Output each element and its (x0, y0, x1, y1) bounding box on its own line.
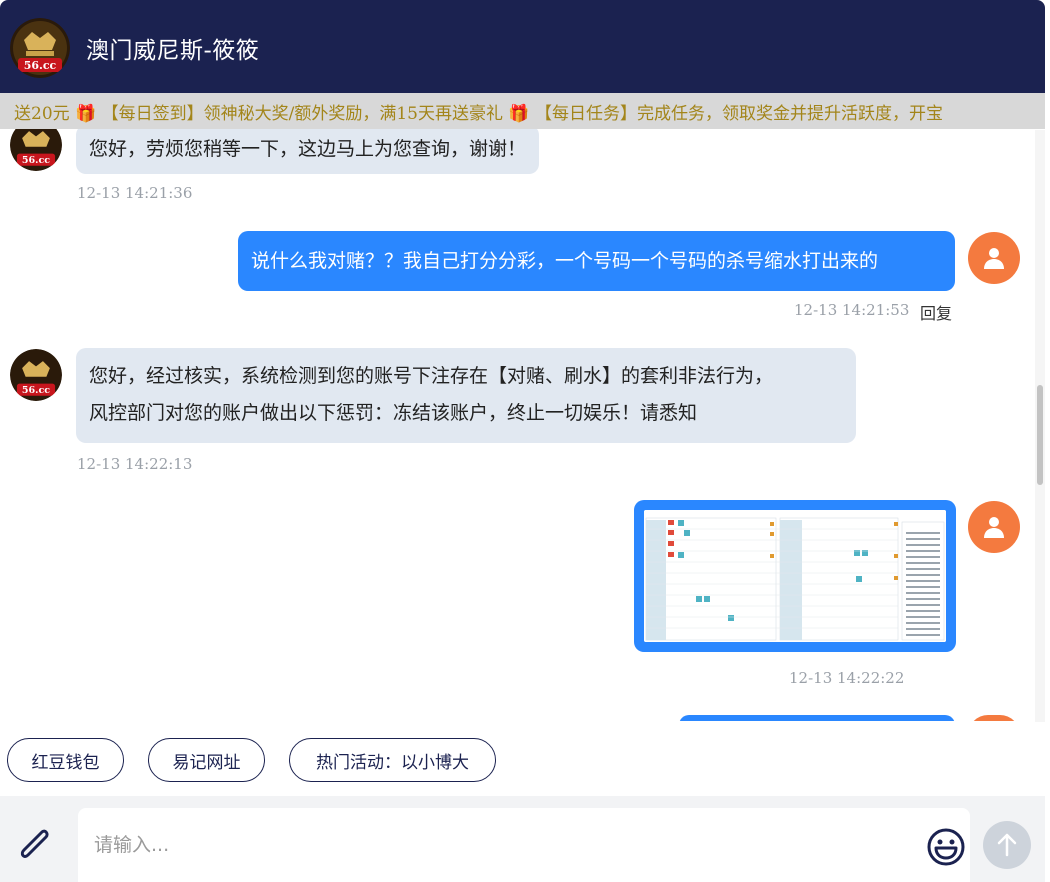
quick-reply-chip[interactable]: 易记网址 (148, 738, 265, 782)
svg-text:56.cc: 56.cc (24, 59, 57, 72)
attachment-button[interactable] (12, 826, 54, 862)
svg-text:56.cc: 56.cc (22, 385, 50, 396)
user-icon (984, 248, 1004, 269)
emoji-button[interactable] (926, 827, 966, 867)
smiley-icon (927, 828, 965, 866)
user-avatar (968, 232, 1020, 284)
message-text-line: 风控部门对您的账户做出以下惩罚：冻结该账户，终止一切娱乐！请悉知 (89, 402, 698, 424)
message-text: 说什么我对赌？？我自己打分分彩，一个号码一个号码的杀号缩水打出来的 (251, 250, 879, 272)
reply-link[interactable]: 回复 (920, 300, 952, 324)
message-time: 12-13 14:21:53 (794, 301, 910, 319)
shop-avatar: 56.cc (10, 349, 62, 401)
svg-text:56.cc: 56.cc (22, 155, 50, 166)
shop-avatar: 56.cc (10, 129, 62, 171)
message-bubble-incoming: 您好，经过核实，系统检测到您的账号下注存在【对赌、刷水】的套利非法行为， 风控部… (76, 348, 856, 443)
user-avatar-partial (968, 715, 1020, 721)
marquee-text: 送20元 🎁 【每日签到】领神秘大奖/额外奖励，满15天再送豪礼 🎁 【每日任务… (14, 104, 943, 124)
chat-title: 澳门威尼斯-筱筱 (86, 38, 260, 64)
message-input[interactable] (94, 834, 914, 856)
quick-reply-chip[interactable]: 红豆钱包 (7, 738, 124, 782)
message-bubble-incoming: 您好，劳烦您稍等一下，这边马上为您查询，谢谢！ (76, 129, 540, 174)
arrow-up-icon (997, 833, 1017, 857)
send-button[interactable] (983, 821, 1031, 869)
message-list[interactable]: 56.cc 您好，劳烦您稍等一下，这边马上为您查询，谢谢！ 12-13 14:2… (0, 129, 1035, 721)
scrollbar-thumb[interactable] (1037, 385, 1043, 485)
header-bar: 56.cc 澳门威尼斯-筱筱 (0, 0, 1045, 93)
message-input-wrapper (78, 808, 970, 882)
shop-logo: 56.cc (10, 18, 70, 78)
message-text-line: 您好，经过核实，系统检测到您的账号下注存在【对赌、刷水】的套利非法行为， (89, 365, 774, 387)
composer-bar (0, 796, 1045, 882)
message-time: 12-13 14:22:13 (77, 455, 193, 473)
paperclip-icon (20, 829, 49, 858)
message-time: 12-13 14:21:36 (77, 184, 193, 202)
user-avatar (968, 501, 1020, 553)
quick-reply-chip[interactable]: 热门活动：以小博大 (289, 738, 496, 782)
message-bubble-outgoing: 说什么我对赌？？我自己打分分彩，一个号码一个号码的杀号缩水打出来的 (238, 231, 955, 291)
screenshot-thumbnail[interactable] (644, 510, 946, 642)
scrollbar[interactable] (1035, 130, 1045, 722)
message-text: 您好，劳烦您稍等一下，这边马上为您查询，谢谢！ (89, 138, 527, 160)
chat-app: 56.cc 澳门威尼斯-筱筱 送20元 🎁 【每日签到】领神秘大奖/额外奖励，满… (0, 0, 1050, 882)
image-message-bubble[interactable] (634, 500, 956, 652)
announcement-marquee: 送20元 🎁 【每日签到】领神秘大奖/额外奖励，满15天再送豪礼 🎁 【每日任务… (0, 93, 1045, 129)
message-bubble-outgoing-partial (679, 715, 955, 721)
quick-reply-bar: 红豆钱包 易记网址 热门活动：以小博大 (0, 722, 1045, 796)
message-time: 12-13 14:22:22 (789, 669, 905, 687)
user-icon (984, 517, 1004, 538)
